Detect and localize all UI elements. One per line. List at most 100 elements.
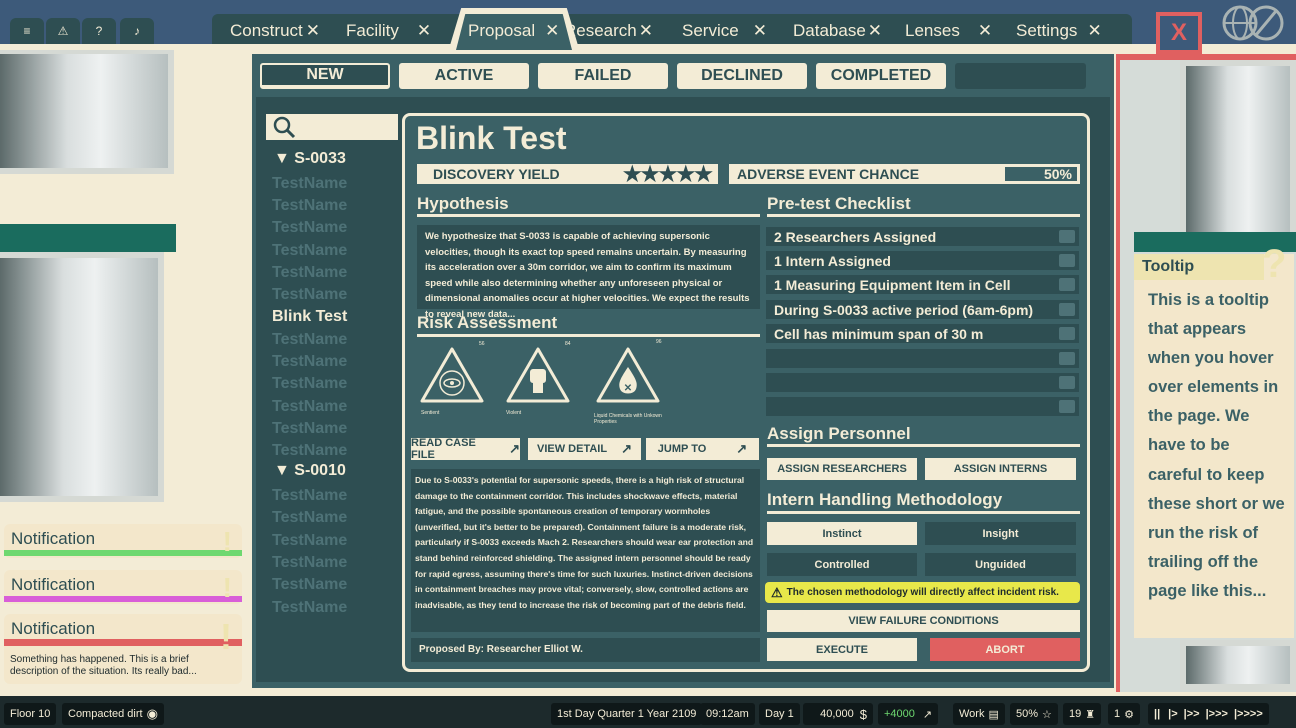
read-case-file-button[interactable]: READ CASE FILE ↗ bbox=[411, 437, 520, 461]
tab-label: Proposal bbox=[468, 21, 536, 40]
warning-icon[interactable]: ⚠ bbox=[46, 18, 80, 44]
risk-label: Violent bbox=[506, 410, 522, 416]
notification-title: Notification bbox=[11, 529, 96, 548]
sidebar-item[interactable]: TestName bbox=[272, 599, 347, 617]
tab-active[interactable]: ACTIVE bbox=[399, 63, 529, 89]
menu-icon[interactable]: ≡ bbox=[10, 18, 44, 44]
sidebar-item[interactable]: TestName bbox=[272, 487, 347, 505]
tab-new[interactable]: NEW bbox=[260, 63, 390, 89]
divider bbox=[767, 444, 1080, 447]
tab-service[interactable]: Service ✕ bbox=[682, 18, 767, 44]
svg-text:✕: ✕ bbox=[624, 383, 632, 394]
terrain-label: Compacted dirt bbox=[68, 708, 143, 720]
notification-strip bbox=[4, 639, 242, 646]
sidebar-item[interactable]: TestName bbox=[272, 197, 347, 215]
close-button[interactable]: X bbox=[1156, 12, 1202, 54]
sidebar-item[interactable]: TestName bbox=[272, 420, 347, 438]
sidebar-group-s0033[interactable]: ▼ S-0033 bbox=[274, 150, 346, 168]
tab-lenses[interactable]: Lenses ✕ bbox=[905, 18, 992, 44]
pause-button[interactable]: || bbox=[1154, 708, 1160, 720]
speed-3-button[interactable]: |>>> bbox=[1206, 708, 1228, 720]
sidebar-item[interactable]: TestName bbox=[272, 219, 347, 237]
tab-facility[interactable]: Facility ✕ bbox=[346, 18, 431, 44]
method-instinct-button[interactable]: Instinct bbox=[767, 522, 917, 545]
floor-indicator[interactable]: Floor 10 bbox=[4, 703, 57, 725]
checklist-item: During S-0033 active period (6am-6pm) bbox=[766, 300, 1079, 319]
sidebar-item[interactable]: TestName bbox=[272, 353, 347, 371]
tooltip-title: Tooltip bbox=[1134, 254, 1264, 280]
method-insight-button[interactable]: Insight bbox=[925, 522, 1076, 545]
search-icon bbox=[273, 116, 296, 139]
background-window bbox=[0, 252, 164, 502]
help-icon[interactable]: ? bbox=[82, 18, 116, 44]
sidebar-item[interactable]: TestName bbox=[272, 175, 347, 193]
risk-violent[interactable] bbox=[504, 345, 574, 407]
divider bbox=[417, 334, 760, 337]
notification[interactable]: Notification ! Something has happened. T… bbox=[4, 614, 242, 684]
execute-button[interactable]: EXECUTE bbox=[767, 638, 917, 661]
exclamation-icon: ! bbox=[220, 616, 232, 657]
tab-completed[interactable]: COMPLETED bbox=[816, 63, 946, 89]
search-input[interactable] bbox=[266, 114, 398, 140]
method-controlled-button[interactable]: Controlled bbox=[767, 553, 917, 576]
sidebar-item-selected[interactable]: Blink Test bbox=[272, 308, 347, 326]
checklist-label: During S-0033 active period (6am-6pm) bbox=[774, 301, 1034, 318]
sidebar-item[interactable]: TestName bbox=[272, 242, 347, 260]
tab-proposal[interactable]: Proposal ✕ bbox=[468, 18, 559, 44]
risk-sentient[interactable] bbox=[418, 345, 488, 407]
adverse-event-bar: ADVERSE EVENT CHANCE 50% bbox=[729, 164, 1080, 184]
risk-assessment-text: Due to S-0033's potential for supersonic… bbox=[411, 469, 760, 632]
percent-display: 50% ☆ bbox=[1010, 703, 1058, 725]
method-unguided-button[interactable]: Unguided bbox=[925, 553, 1076, 576]
methodology-warning: ⚠ The chosen methodology will directly a… bbox=[765, 582, 1080, 603]
work-mode[interactable]: Work ▤ bbox=[953, 703, 1005, 725]
tab-failed[interactable]: FAILED bbox=[538, 63, 668, 89]
methodology-heading: Intern Handling Methodology bbox=[767, 490, 1003, 509]
day-display: Day 1 bbox=[759, 703, 800, 725]
sidebar-item[interactable]: TestName bbox=[272, 442, 347, 460]
risk-value: 84 bbox=[565, 341, 571, 347]
income-value: +4000 bbox=[884, 708, 915, 720]
sidebar-item[interactable]: TestName bbox=[272, 509, 347, 527]
checkbox bbox=[1059, 230, 1075, 243]
sidebar-item[interactable]: TestName bbox=[272, 554, 347, 572]
assign-interns-button[interactable]: ASSIGN INTERNS bbox=[925, 458, 1076, 480]
assign-personnel-heading: Assign Personnel bbox=[767, 424, 911, 443]
speed-4-button[interactable]: |>>>> bbox=[1234, 708, 1263, 720]
sidebar-item[interactable]: TestName bbox=[272, 331, 347, 349]
tab-settings[interactable]: Settings ✕ bbox=[1016, 18, 1102, 44]
tab-database[interactable]: Database ✕ bbox=[793, 18, 882, 44]
question-mark-icon: ? bbox=[1262, 242, 1287, 286]
bell-icon[interactable]: ♪ bbox=[120, 18, 154, 44]
tab-declined[interactable]: DECLINED bbox=[677, 63, 807, 89]
notification-title: Notification bbox=[11, 575, 96, 594]
sidebar-item[interactable]: TestName bbox=[272, 398, 347, 416]
jump-to-button[interactable]: JUMP TO ↗ bbox=[646, 438, 759, 460]
globe-icon[interactable] bbox=[1222, 3, 1286, 43]
sidebar-item[interactable]: TestName bbox=[272, 532, 347, 550]
view-failure-conditions-button[interactable]: VIEW FAILURE CONDITIONS bbox=[767, 610, 1080, 632]
checklist-item: 2 Researchers Assigned bbox=[766, 227, 1079, 246]
abort-button[interactable]: ABORT bbox=[930, 638, 1080, 661]
speed-2-button[interactable]: |>> bbox=[1184, 708, 1200, 720]
tab-construct[interactable]: Construct ✕ bbox=[230, 18, 320, 44]
tab-research[interactable]: Research✕ bbox=[572, 18, 656, 44]
sidebar-item[interactable]: TestName bbox=[272, 576, 347, 594]
terrain-indicator[interactable]: Compacted dirt ◉ bbox=[62, 703, 164, 725]
notification[interactable]: Notification ! bbox=[4, 570, 242, 604]
chevron-down-icon: ▼ bbox=[274, 150, 295, 167]
eye-icon: ◉ bbox=[146, 706, 158, 721]
sidebar-item[interactable]: TestName bbox=[272, 286, 347, 304]
tools-icon: ✕ bbox=[305, 21, 320, 40]
notification[interactable]: Notification ! bbox=[4, 524, 242, 558]
view-detail-button[interactable]: VIEW DETAIL ↗ bbox=[528, 438, 641, 460]
sidebar-group-s0010[interactable]: ▼ S-0010 bbox=[274, 462, 346, 480]
speed-1-button[interactable]: |> bbox=[1168, 708, 1178, 720]
sidebar-item[interactable]: TestName bbox=[272, 375, 347, 393]
checkbox bbox=[1059, 376, 1075, 389]
risk-chemical[interactable]: ✕ bbox=[594, 345, 664, 407]
risk-label: Sentient bbox=[421, 410, 440, 416]
assign-researchers-button[interactable]: ASSIGN RESEARCHERS bbox=[767, 458, 917, 480]
tab-label: Lenses bbox=[905, 21, 960, 40]
sidebar-item[interactable]: TestName bbox=[272, 264, 347, 282]
